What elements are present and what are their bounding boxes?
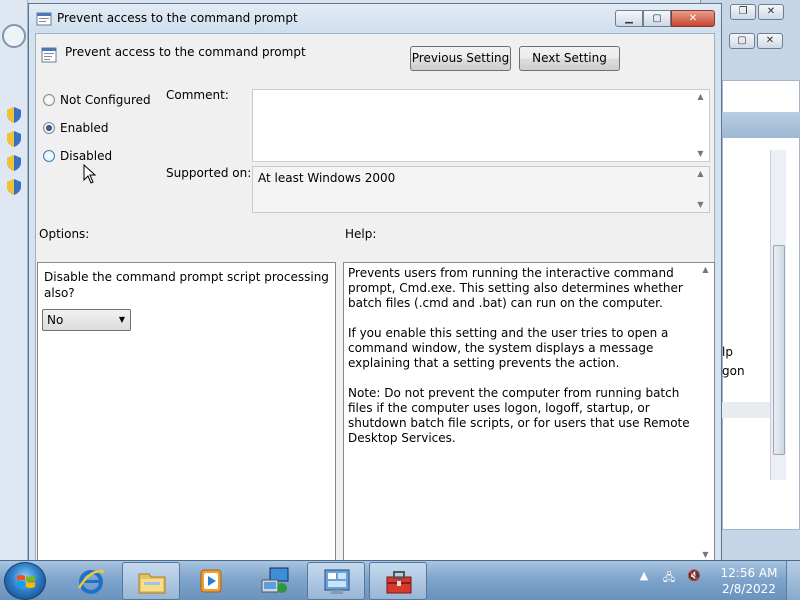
radio-button[interactable] [43, 122, 55, 134]
setting-name: Prevent access to the command prompt [65, 45, 306, 59]
taskbar-control-panel[interactable] [307, 562, 365, 600]
radio-label: Not Configured [60, 93, 151, 107]
show-desktop-button[interactable] [786, 561, 800, 600]
close-button[interactable]: ✕ [758, 4, 784, 20]
minimize-button[interactable]: ▁ [615, 10, 643, 27]
help-paragraph: If you enable this setting and the user … [348, 326, 669, 370]
background-text: lp [722, 345, 733, 359]
scroll-up-arrow[interactable]: ▲ [697, 263, 714, 277]
window-title: Prevent access to the command prompt [57, 11, 298, 25]
maximize-button[interactable]: ▢ [643, 10, 671, 27]
scroll-down-arrow[interactable]: ▼ [692, 147, 709, 161]
background-window-left [0, 0, 28, 560]
shield-icon [7, 131, 21, 147]
script-processing-dropdown[interactable]: No ▼ [42, 309, 131, 331]
dialog-client-area: Prevent access to the command prompt Pre… [35, 33, 715, 562]
taskbar-network-connections[interactable] [246, 562, 304, 600]
supported-on-value: At least Windows 2000 [258, 171, 396, 185]
supported-scrollbar[interactable]: ▲ ▼ [692, 167, 709, 212]
windows-logo-icon [17, 575, 35, 588]
policy-setting-dialog: Prevent access to the command prompt ▁ ▢… [28, 3, 722, 562]
close-button[interactable]: ✕ [757, 33, 783, 49]
supported-on-field[interactable]: At least Windows 2000 ▲ ▼ [252, 166, 710, 213]
taskbar: ▲ 🖧 🔇 12:56 AM 2/8/2022 [0, 560, 800, 600]
network-icon [261, 567, 289, 593]
help-panel: Prevents users from running the interact… [343, 262, 715, 562]
comment-field[interactable]: ▲ ▼ [252, 89, 710, 162]
background-pane-header [722, 112, 800, 138]
help-text: Prevents users from running the interact… [348, 266, 693, 461]
radio-label: Disabled [60, 149, 113, 163]
toolbox-icon [386, 571, 412, 594]
shield-icon [7, 107, 21, 123]
policy-icon [36, 12, 52, 26]
scroll-thumb[interactable] [773, 245, 785, 455]
show-hidden-icons-icon[interactable]: ▲ [636, 569, 652, 585]
background-scrollbar[interactable] [770, 150, 786, 480]
background-child-controls: ▢ ✕ [729, 33, 783, 49]
radio-enabled[interactable]: Enabled [43, 121, 109, 135]
restore-button[interactable]: ❐ [730, 4, 756, 20]
volume-muted-icon[interactable]: 🔇 [686, 569, 702, 585]
start-button[interactable] [4, 562, 46, 600]
shield-icon [7, 155, 21, 171]
help-header: Help: [345, 227, 377, 241]
chevron-down-icon: ▼ [118, 315, 125, 324]
next-setting-button[interactable]: Next Setting [519, 46, 620, 71]
shield-icon [7, 179, 21, 195]
maximize-button[interactable]: ▢ [729, 33, 755, 49]
background-window-controls: ❐ ✕ [730, 4, 784, 20]
radio-button[interactable] [43, 150, 55, 162]
previous-setting-button[interactable]: Previous Setting [410, 46, 511, 71]
internet-explorer-icon [77, 570, 105, 594]
help-paragraph: Prevents users from running the interact… [348, 266, 683, 310]
radio-label: Enabled [60, 121, 109, 135]
taskbar-internet-explorer[interactable] [62, 562, 120, 600]
background-selected-row [722, 402, 770, 418]
close-button[interactable]: ✕ [671, 10, 715, 27]
clock[interactable]: 12:56 AM 2/8/2022 [714, 565, 784, 597]
background-list-pane [722, 80, 800, 530]
clock-time: 12:56 AM [720, 566, 778, 580]
comment-scrollbar[interactable]: ▲ ▼ [692, 90, 709, 161]
radio-button[interactable] [43, 94, 55, 106]
scroll-up-arrow[interactable]: ▲ [692, 90, 709, 104]
window-controls: ▁ ▢ ✕ [615, 10, 715, 27]
network-tray-icon[interactable]: 🖧 [661, 569, 677, 585]
mouse-cursor-icon [83, 164, 97, 184]
media-player-icon [200, 569, 222, 593]
options-question: Disable the command prompt script proces… [44, 270, 329, 300]
clock-date: 2/8/2022 [722, 582, 776, 596]
taskbar-toolbox[interactable] [369, 562, 427, 600]
system-tray: ▲ 🖧 🔇 [636, 569, 702, 585]
back-button[interactable] [2, 24, 26, 48]
taskbar-media-player[interactable] [182, 562, 240, 600]
help-scrollbar[interactable]: ▲ ▼ [697, 263, 714, 562]
comment-label: Comment: [166, 88, 229, 102]
policy-icon [41, 47, 57, 63]
taskbar-windows-explorer[interactable] [122, 562, 180, 600]
options-panel: Disable the command prompt script proces… [37, 262, 336, 562]
scroll-up-arrow[interactable]: ▲ [692, 167, 709, 181]
radio-disabled[interactable]: Disabled [43, 149, 112, 163]
dropdown-value: No [47, 313, 64, 327]
background-text: gon [722, 364, 745, 378]
radio-not-configured[interactable]: Not Configured [43, 93, 151, 107]
options-header: Options: [39, 227, 90, 241]
help-paragraph: Note: Do not prevent the computer from r… [348, 386, 690, 445]
supported-on-label: Supported on: [166, 166, 252, 180]
control-panel-icon [324, 569, 350, 594]
scroll-down-arrow[interactable]: ▼ [692, 198, 709, 212]
folder-icon [138, 573, 166, 594]
